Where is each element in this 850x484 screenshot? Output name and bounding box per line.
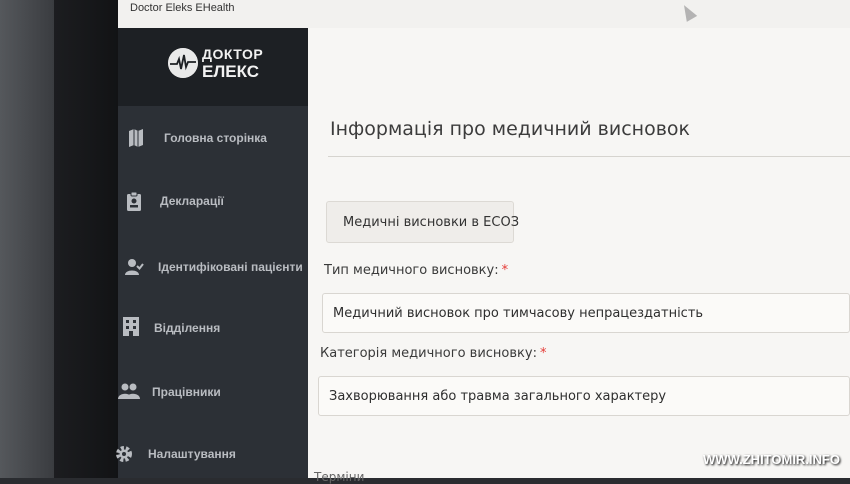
sidebar-item-label: Ідентифіковані пацієнти [158, 260, 303, 274]
conclusion-type-label: Тип медичного висновку: * [324, 263, 508, 278]
conclusion-type-select[interactable]: Медичний висновок про тимчасову непрацез… [322, 293, 850, 333]
sidebar-item-identified-patients[interactable]: Ідентифіковані пацієнти [118, 239, 308, 295]
sidebar-item-home[interactable]: Головна сторінка [118, 110, 308, 166]
field-label-text: Тип медичного висновку: [324, 263, 499, 278]
sidebar-item-label: Налаштування [148, 447, 236, 461]
logo-line-2: ЕЛЕКС [202, 62, 260, 81]
gear-icon [114, 444, 132, 464]
required-marker: * [501, 263, 509, 278]
sidebar-item-label: Працівники [152, 385, 221, 399]
monitor-bezel-edge [0, 0, 54, 478]
main-content: Інформація про медичний висновок Медичні… [308, 28, 850, 484]
field-label-text: Категорія медичного висновку: [320, 346, 537, 361]
logo-area[interactable]: ДОКТОР ЕЛЕКС [118, 28, 308, 106]
logo-line-1: ДОКТОР [202, 46, 264, 62]
sidebar-item-declarations[interactable]: Декларації [118, 173, 308, 229]
user-check-icon [124, 257, 144, 277]
sidebar-item-employees[interactable]: Працівники [118, 364, 308, 420]
sidebar-item-label: Головна сторінка [164, 131, 267, 145]
sidebar-item-label: Декларації [160, 194, 224, 208]
sidebar: ДОКТОР ЕЛЕКС Головна сторінка Декларації… [116, 28, 308, 478]
users-icon [118, 382, 140, 402]
logo-text: ДОКТОР ЕЛЕКС [202, 46, 263, 80]
title-divider [328, 156, 850, 157]
sidebar-item-label: Відділення [154, 321, 221, 335]
page-title: Інформація про медичний висновок [330, 118, 690, 140]
ehealth-conclusions-tab[interactable]: Медичні висновки в ЕСОЗ [326, 201, 519, 243]
heartbeat-logo-icon [168, 48, 198, 78]
building-icon [122, 316, 140, 336]
sidebar-item-departments[interactable]: Відділення [118, 300, 308, 356]
window-titlebar: Doctor Eleks EHealth [118, 0, 850, 29]
clipboard-icon [126, 191, 144, 211]
sidebar-item-settings[interactable]: Налаштування [116, 426, 308, 482]
conclusion-category-label: Категорія медичного висновку: * [320, 346, 546, 361]
window-title: Doctor Eleks EHealth [130, 2, 235, 14]
required-marker: * [539, 346, 547, 361]
next-field-label: Терміни [314, 470, 365, 484]
map-icon [128, 128, 146, 148]
site-watermark: WWW.ZHITOMIR.INFO [703, 452, 840, 467]
conclusion-category-select[interactable]: Захворювання або травма загального харак… [318, 376, 850, 416]
